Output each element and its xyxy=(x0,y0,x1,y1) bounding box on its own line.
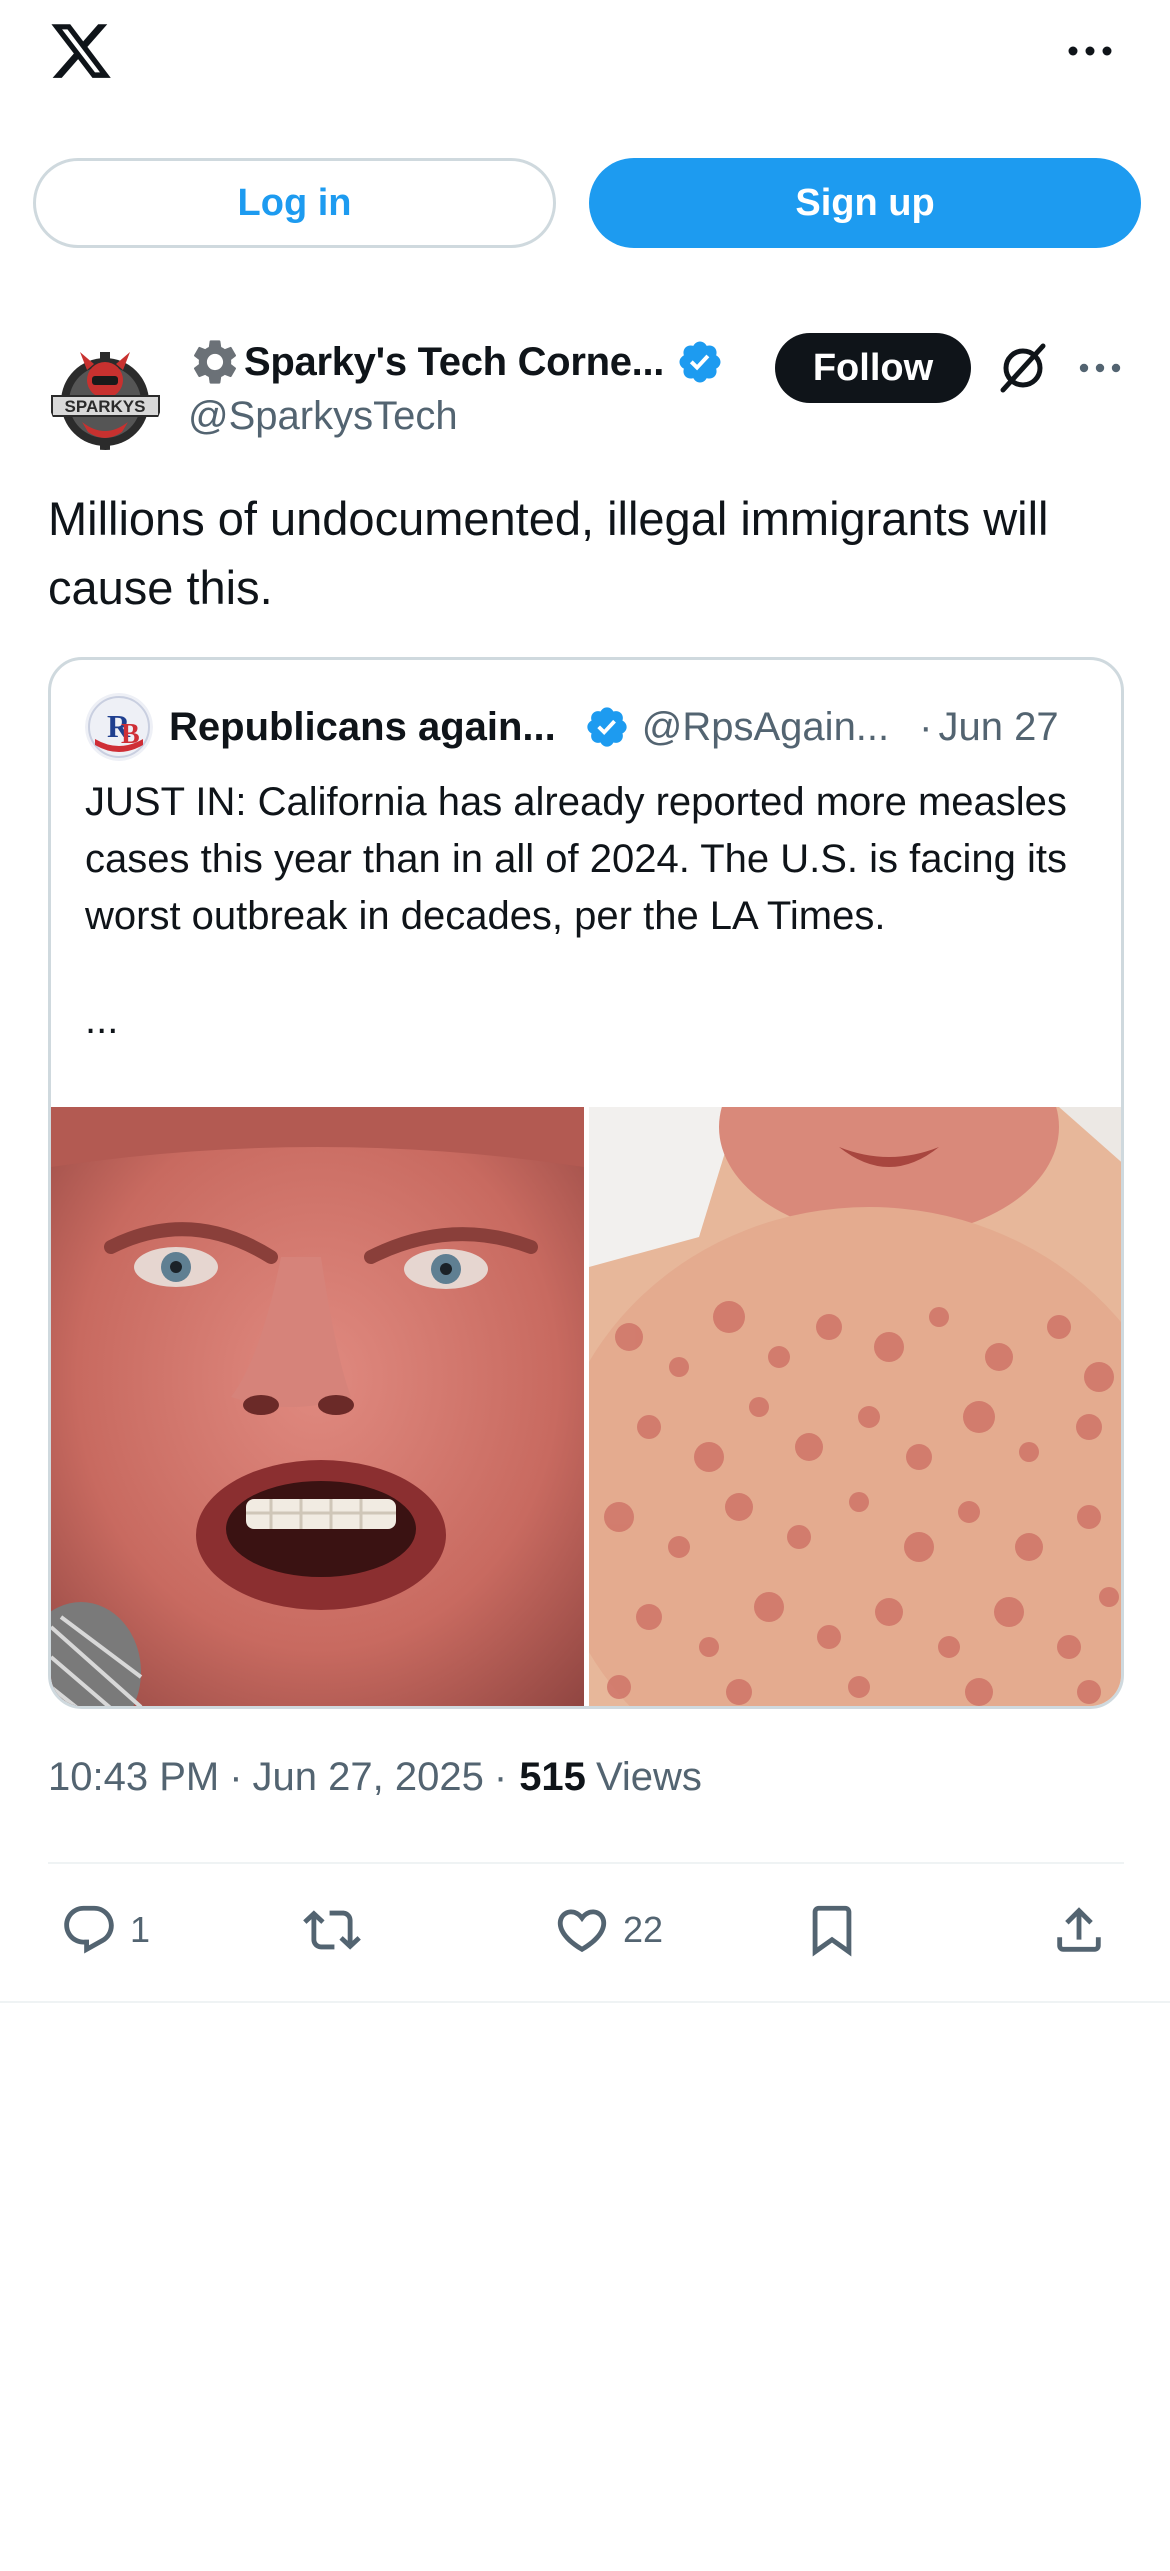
post-text: Millions of undocumented, illegal immigr… xyxy=(48,492,1049,614)
quote-author-name: Republicans again... xyxy=(169,704,556,749)
grok-icon[interactable] xyxy=(995,340,1051,396)
quote-verified-badge-icon xyxy=(587,707,627,747)
gear-icon xyxy=(193,340,237,384)
quote-separator: · xyxy=(919,704,933,749)
meta-separator: · xyxy=(493,1755,508,1799)
repost-button[interactable] xyxy=(303,1890,373,1970)
svg-text:SPARKYS: SPARKYS xyxy=(65,397,146,416)
post-time[interactable]: 10:43 PM xyxy=(48,1755,219,1800)
views-label: Views xyxy=(595,1755,702,1799)
divider xyxy=(48,1862,1124,1864)
repost-icon xyxy=(303,1910,361,1950)
views-count: 515 xyxy=(519,1755,586,1799)
quote-header: R B Republicans again... @RpsAgain... · … xyxy=(85,693,1095,761)
author-name-row[interactable]: Sparky's Tech Corne... xyxy=(188,332,724,392)
login-button[interactable]: Log in xyxy=(33,158,556,248)
quote-date: Jun 27 xyxy=(938,704,1059,749)
post-meta: 10:43 PM · Jun 27, 2025 · 515 Views xyxy=(48,1755,702,1800)
quote-author-handle: @RpsAgain... xyxy=(641,704,890,749)
quote-image-man-face[interactable] xyxy=(51,1107,584,1706)
verified-badge-icon xyxy=(679,341,721,383)
quote-image-measles-rash[interactable] xyxy=(589,1107,1121,1706)
auth-buttons: Log in Sign up xyxy=(33,158,1141,248)
reply-button[interactable]: 1 xyxy=(60,1890,150,1970)
quote-author-avatar: R B xyxy=(85,693,153,761)
svg-text:B: B xyxy=(121,719,140,750)
author-handle[interactable]: @SparkysTech xyxy=(188,394,458,439)
top-bar xyxy=(0,0,1170,110)
quoted-post[interactable]: R B Republicans again... @RpsAgain... · … xyxy=(48,657,1124,1709)
share-icon xyxy=(1057,1907,1101,1952)
action-bar: 1 22 xyxy=(48,1890,1124,1970)
author-display-name[interactable]: Sparky's Tech Corne... xyxy=(244,340,664,385)
reply-icon xyxy=(64,1905,114,1954)
share-button[interactable] xyxy=(1050,1890,1108,1970)
author-avatar[interactable]: SPARKYS xyxy=(48,340,163,450)
bookmark-button[interactable] xyxy=(803,1890,861,1970)
post-more-icon[interactable] xyxy=(1070,350,1130,386)
follow-button[interactable]: Follow xyxy=(775,333,971,403)
bookmark-icon xyxy=(812,1905,852,1957)
more-options-icon[interactable] xyxy=(1060,28,1120,74)
meta-separator: · xyxy=(229,1755,243,1799)
quote-show-more: ... xyxy=(85,998,119,1042)
x-logo-icon[interactable] xyxy=(48,18,114,84)
like-count: 22 xyxy=(623,1909,664,1950)
like-button[interactable]: 22 xyxy=(553,1890,663,1970)
quote-text: JUST IN: California has already reported… xyxy=(85,780,1067,938)
heart-icon xyxy=(557,1909,607,1953)
signup-button[interactable]: Sign up xyxy=(589,158,1141,248)
reply-count: 1 xyxy=(130,1909,151,1950)
divider xyxy=(0,2001,1170,2003)
post-date[interactable]: Jun 27, 2025 xyxy=(253,1755,484,1800)
